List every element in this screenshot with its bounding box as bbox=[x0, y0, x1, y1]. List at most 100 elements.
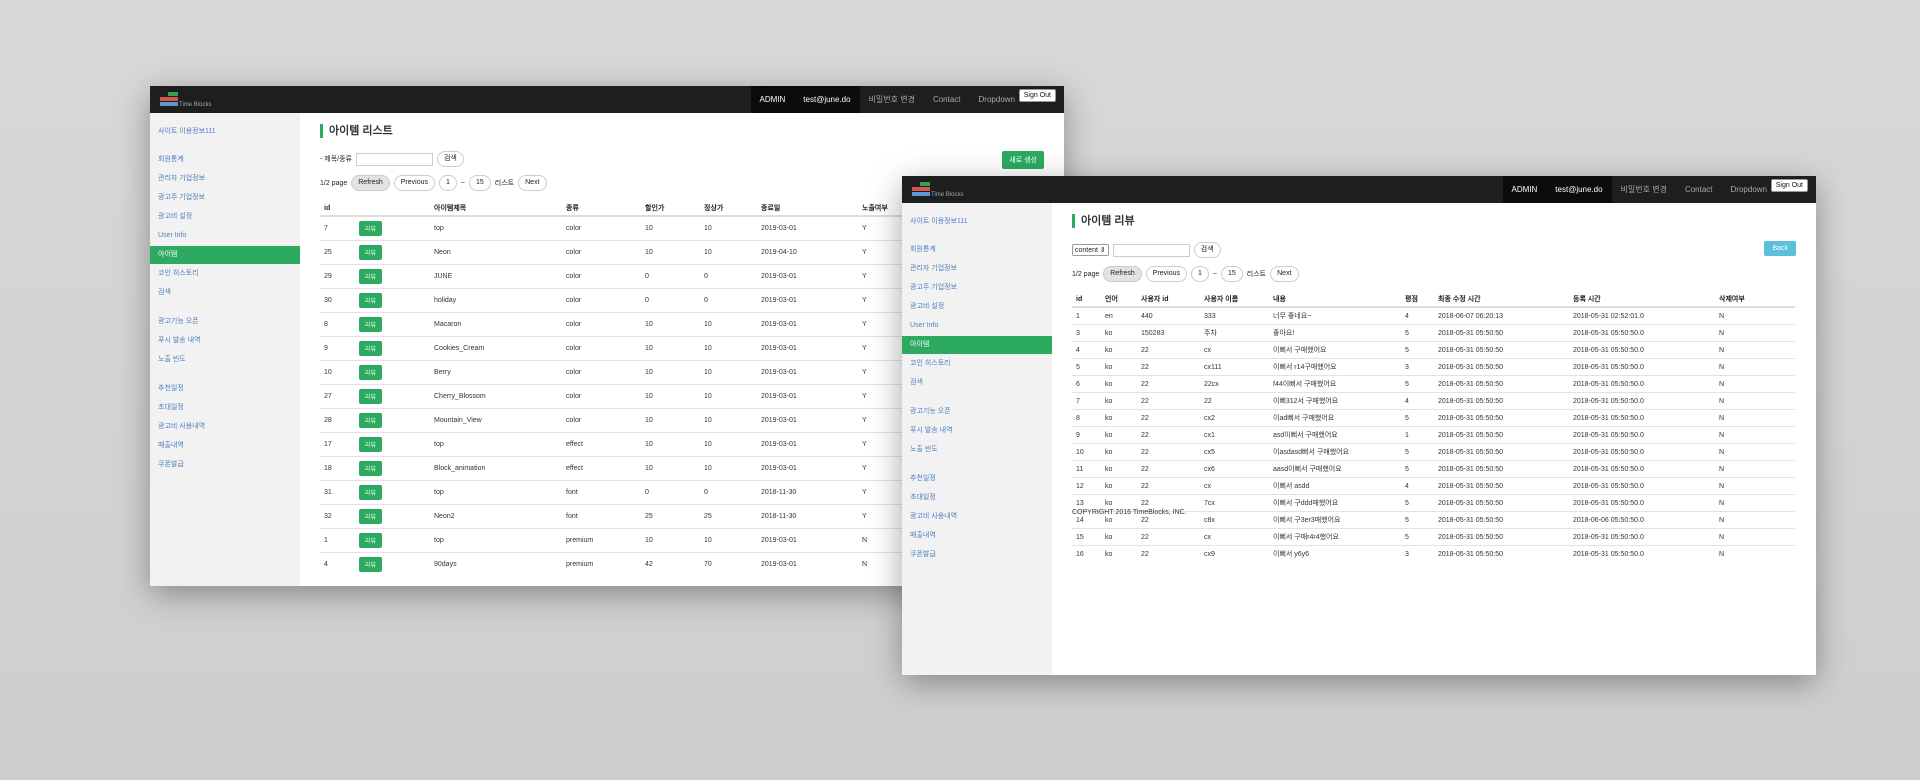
search-input[interactable] bbox=[355, 152, 433, 166]
sidebar-item-push-history[interactable]: 푸시 발송 내역 bbox=[150, 332, 300, 350]
sidebar-item-sales[interactable]: 매출내역 bbox=[902, 527, 1052, 545]
sidebar-item-member-stats[interactable]: 회원통계 bbox=[902, 241, 1052, 259]
nav-contact[interactable]: Contact bbox=[1676, 176, 1722, 203]
back-button[interactable]: Back bbox=[1764, 241, 1796, 256]
sidebar-item-admin-company[interactable]: 관리자 기업정보 bbox=[150, 170, 300, 188]
nav-user-email[interactable]: test@june.do bbox=[1546, 176, 1612, 203]
table-row[interactable]: 3 ko 150283 주차 좋아요! 5 2018-05-31 05:50:50 2018-… bbox=[1072, 324, 1795, 342]
review-button[interactable]: 리뷰 bbox=[359, 269, 383, 284]
table-cell: 2018-05-31 05:50:50.0 bbox=[1569, 477, 1715, 495]
table-row[interactable]: 16 ko 22 cx9 이뻐서 y6y6 3 2018-05-31 05:50:50 201… bbox=[1072, 545, 1795, 562]
timeblocks-logo[interactable]: Time Blocks bbox=[912, 180, 963, 200]
table-row[interactable]: 10 ko 22 cx5 이asdasd뻐서 구매했어요 5 2018-05-31 05:5… bbox=[1072, 443, 1795, 461]
sidebar-item-search[interactable]: 검색 bbox=[902, 374, 1052, 392]
table-cell: ko bbox=[1101, 358, 1137, 376]
previous-button[interactable]: Previous bbox=[1145, 266, 1187, 282]
sidebar-item-items[interactable]: 아이템 bbox=[150, 246, 300, 264]
nav-admin[interactable]: ADMIN bbox=[750, 86, 795, 113]
search-button[interactable]: 검색 bbox=[436, 151, 464, 167]
table-row[interactable]: 8 ko 22 cx2 이ad뻐서 구매했어요 5 2018-05-31 05:50:50 2… bbox=[1072, 409, 1795, 427]
range-to[interactable]: 15 bbox=[469, 175, 491, 191]
search-button[interactable]: 검색 bbox=[1193, 242, 1221, 258]
review-button[interactable]: 리뷰 bbox=[359, 533, 383, 548]
table-row[interactable]: 12 ko 22 cx 이뻐서 asdd 4 2018-05-31 05:50:50 2018… bbox=[1072, 477, 1795, 495]
nav-contact[interactable]: Contact bbox=[924, 86, 970, 113]
sidebar-item-site-info[interactable]: 사이트 이용정보111 bbox=[902, 213, 1052, 231]
sidebar-item-coin-history[interactable]: 코인 히스토리 bbox=[902, 355, 1052, 373]
table-cell: 2019-03-01 bbox=[757, 408, 858, 433]
sidebar-item-admin-company[interactable]: 관리자 기업정보 bbox=[902, 260, 1052, 278]
sidebar-item-site-info[interactable]: 사이트 이용정보111 bbox=[150, 123, 300, 141]
nav-dropdown[interactable]: Dropdown bbox=[970, 86, 1024, 113]
sidebar-item-user-info[interactable]: User Info bbox=[902, 317, 1052, 335]
review-button[interactable]: 리뷰 bbox=[359, 461, 383, 476]
nav-change-password[interactable]: 비밀번호 변경 bbox=[1612, 176, 1676, 203]
table-row[interactable]: 5 ko 22 cx111 이뻐서 r14구매했어요 3 2018-05-31 05:50:… bbox=[1072, 358, 1795, 376]
review-button[interactable]: 리뷰 bbox=[359, 245, 383, 260]
sidebar-item-invite[interactable]: 초대일정 bbox=[150, 399, 300, 417]
review-button[interactable]: 리뷰 bbox=[359, 413, 383, 428]
table-cell: 8 bbox=[1072, 409, 1101, 427]
review-button[interactable]: 리뷰 bbox=[359, 485, 383, 500]
sidebar-item-items[interactable]: 아이템 bbox=[902, 336, 1052, 354]
sidebar-item-push-history[interactable]: 푸시 발송 내역 bbox=[902, 422, 1052, 440]
sidebar-item-member-stats[interactable]: 회원통계 bbox=[150, 151, 300, 169]
review-button[interactable]: 리뷰 bbox=[359, 293, 383, 308]
range-from[interactable]: 1 bbox=[439, 175, 457, 191]
table-row[interactable]: 7 ko 22 22 이뻐312서 구매했어요 4 2018-05-31 05:50:50 2… bbox=[1072, 392, 1795, 410]
refresh-button[interactable]: Refresh bbox=[351, 175, 390, 191]
search-input[interactable] bbox=[1112, 243, 1190, 257]
sidebar-item-ad-usage[interactable]: 광고비 사용내역 bbox=[902, 508, 1052, 526]
sidebar-item-coupon[interactable]: 쿠폰발급 bbox=[902, 546, 1052, 564]
sidebar-item-ad-cost[interactable]: 광고비 설정 bbox=[150, 208, 300, 226]
review-button[interactable]: 리뷰 bbox=[359, 509, 383, 524]
review-button[interactable]: 리뷰 bbox=[359, 365, 383, 380]
nav-user-email[interactable]: test@june.do bbox=[794, 86, 860, 113]
sidebar-item-ad-open[interactable]: 광고기능 오픈 bbox=[902, 403, 1052, 421]
next-button[interactable]: Next bbox=[1270, 266, 1299, 282]
sidebar-item-coupon[interactable]: 쿠폰발급 bbox=[150, 456, 300, 474]
sidebar-item-ad-usage[interactable]: 광고비 사용내역 bbox=[150, 418, 300, 436]
table-cell: ko bbox=[1101, 460, 1137, 478]
sidebar-item-search[interactable]: 검색 bbox=[150, 284, 300, 302]
sidebar-item-exposure[interactable]: 노출 빈도 bbox=[902, 441, 1052, 459]
nav-change-password[interactable]: 비밀번호 변경 bbox=[860, 86, 924, 113]
filter-select[interactable]: content ⇕ bbox=[1072, 244, 1109, 256]
nav-dropdown[interactable]: Dropdown bbox=[1722, 176, 1776, 203]
new-item-button[interactable]: 새로 생성 bbox=[1002, 151, 1044, 169]
review-button[interactable]: 리뷰 bbox=[359, 341, 383, 356]
sidebar-item-recommend[interactable]: 추천일정 bbox=[150, 380, 300, 398]
sidebar-item-user-info[interactable]: User Info bbox=[150, 227, 300, 245]
sidebar-item-exposure[interactable]: 노출 빈도 bbox=[150, 351, 300, 369]
sidebar-item-invite[interactable]: 초대일정 bbox=[902, 489, 1052, 507]
table-row[interactable]: 9 ko 22 cx1 asd이뻐서 구매했어요 1 2018-05-31 05:50:50… bbox=[1072, 426, 1795, 444]
refresh-button[interactable]: Refresh bbox=[1103, 266, 1142, 282]
table-row[interactable]: 15 ko 22 cx 이뻐서 구매r4r4했어요 5 2018-05-31 05:50:5… bbox=[1072, 528, 1795, 546]
sidebar-item-recommend[interactable]: 추천일정 bbox=[902, 470, 1052, 488]
range-from[interactable]: 1 bbox=[1191, 266, 1209, 282]
sidebar-item-advertiser-company[interactable]: 광고주 기업정보 bbox=[150, 189, 300, 207]
nav-admin[interactable]: ADMIN bbox=[1502, 176, 1547, 203]
table-row[interactable]: 1 en 440 333 너무 좋네요~ 4 2018-06-07 06:20:13 2018… bbox=[1072, 306, 1795, 325]
sidebar-item-coin-history[interactable]: 코인 히스토리 bbox=[150, 265, 300, 283]
sidebar-item-ad-cost[interactable]: 광고비 설정 bbox=[902, 298, 1052, 316]
table-row[interactable]: 11 ko 22 cx6 aasd이뻐서 구매했어요 5 2018-05-31 05:50:… bbox=[1072, 460, 1795, 478]
sign-out-button[interactable]: Sign Out bbox=[1770, 179, 1808, 192]
review-button[interactable]: 리뷰 bbox=[359, 557, 383, 572]
timeblocks-logo[interactable]: Time Blocks bbox=[160, 90, 211, 110]
previous-button[interactable]: Previous bbox=[393, 175, 435, 191]
review-button[interactable]: 리뷰 bbox=[359, 389, 383, 404]
next-button[interactable]: Next bbox=[518, 175, 547, 191]
sign-out-button[interactable]: Sign Out bbox=[1018, 89, 1056, 102]
table-row[interactable]: 4 ko 22 cx 이뻐서 구매했어요 5 2018-05-31 05:50:50 2018… bbox=[1072, 341, 1795, 359]
range-to[interactable]: 15 bbox=[1221, 266, 1243, 282]
sidebar-item-ad-open[interactable]: 광고기능 오픈 bbox=[150, 313, 300, 331]
sidebar-item-advertiser-company[interactable]: 광고주 기업정보 bbox=[902, 279, 1052, 297]
sidebar-item-sales[interactable]: 매출내역 bbox=[150, 437, 300, 455]
review-button[interactable]: 리뷰 bbox=[359, 437, 383, 452]
table-cell: color bbox=[562, 215, 641, 241]
table-cell: 너무 좋네요~ bbox=[1269, 306, 1401, 325]
review-button[interactable]: 리뷰 bbox=[359, 317, 383, 332]
review-button[interactable]: 리뷰 bbox=[359, 221, 383, 236]
table-row[interactable]: 6 ko 22 22cx f44이뻐서 구매했어요 5 2018-05-31 05:50:5… bbox=[1072, 375, 1795, 393]
